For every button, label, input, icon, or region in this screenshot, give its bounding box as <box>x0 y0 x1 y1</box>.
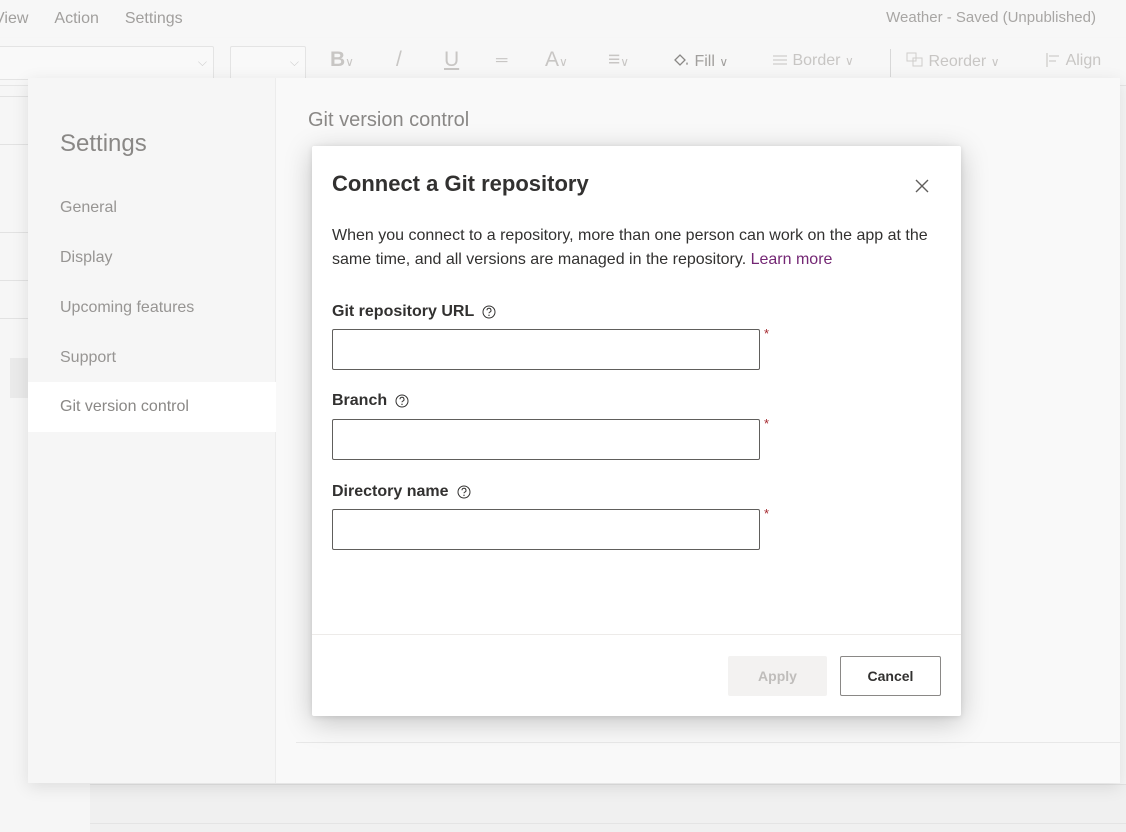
left-rail <box>0 86 28 832</box>
nav-item-git-version-control[interactable]: Git version control <box>28 382 276 432</box>
repo-url-input[interactable] <box>332 329 760 370</box>
repo-url-label-text: Git repository URL <box>332 303 475 320</box>
menu-settings[interactable]: Settings <box>125 10 183 28</box>
help-icon[interactable] <box>482 305 496 319</box>
apply-button[interactable]: Apply <box>728 656 827 696</box>
reorder-button[interactable]: Reorder ∨ <box>906 52 1000 71</box>
rail-divider <box>0 232 28 233</box>
directory-name-label-text: Directory name <box>332 483 449 500</box>
font-color-button[interactable]: A∨ <box>545 48 568 72</box>
toolbar-divider <box>890 49 891 77</box>
branch-input[interactable] <box>332 419 760 460</box>
reorder-icon <box>906 52 923 67</box>
chevron-down-icon: ⌵ <box>197 55 207 69</box>
help-icon[interactable] <box>395 394 409 408</box>
learn-more-link[interactable]: Learn more <box>751 251 833 268</box>
font-family-select[interactable]: ⌵ <box>0 46 214 80</box>
description-text: When you connect to a repository, more t… <box>332 227 928 268</box>
chevron-down-icon: ∨ <box>990 55 1000 69</box>
bold-button[interactable]: B∨ <box>330 48 354 72</box>
connect-git-dialog: Connect a Git repository When you connec… <box>312 146 961 716</box>
nav-item-support[interactable]: Support <box>28 333 276 383</box>
required-indicator: * <box>764 416 770 431</box>
content-title: Git version control <box>308 109 470 131</box>
directory-name-label: Directory name <box>332 483 471 501</box>
align-icon <box>1046 53 1059 67</box>
chevron-down-icon: ∨ <box>345 55 354 69</box>
chevron-down-icon: ⌵ <box>289 55 299 69</box>
chevron-down-icon: ∨ <box>559 55 568 69</box>
menu-bar: View Action Settings Weather - Saved (Un… <box>0 0 1126 37</box>
nav-item-upcoming-features[interactable]: Upcoming features <box>28 283 276 333</box>
border-button[interactable]: Border ∨ <box>772 52 854 70</box>
dialog-description: When you connect to a repository, more t… <box>332 224 947 272</box>
required-indicator: * <box>764 506 770 521</box>
text-align-button[interactable]: ≡∨ <box>608 48 629 72</box>
chevron-down-icon: ∨ <box>620 55 630 69</box>
content-divider <box>296 742 1120 743</box>
font-size-select[interactable]: ⌵ <box>230 46 306 80</box>
border-icon <box>773 55 787 65</box>
menu-action[interactable]: Action <box>54 10 98 28</box>
close-button[interactable] <box>906 170 938 202</box>
nav-item-general[interactable]: General <box>28 183 276 233</box>
required-indicator: * <box>764 326 770 341</box>
footer-divider <box>312 634 961 635</box>
nav-item-display[interactable]: Display <box>28 233 276 283</box>
align-button[interactable]: Align <box>1046 52 1101 70</box>
settings-nav: Settings General Display Upcoming featur… <box>28 78 276 783</box>
canvas-divider <box>90 823 1126 824</box>
chevron-down-icon: ∨ <box>719 55 729 69</box>
italic-button[interactable]: / <box>396 48 402 72</box>
help-icon[interactable] <box>457 485 471 499</box>
rail-block <box>10 358 28 398</box>
branch-label: Branch <box>332 392 409 410</box>
directory-name-input[interactable] <box>332 509 760 550</box>
app-title: Weather - Saved (Unpublished) <box>886 9 1096 26</box>
canvas-area <box>90 784 1126 832</box>
settings-title: Settings <box>60 130 147 157</box>
rail-divider <box>0 144 28 145</box>
close-icon <box>915 179 929 193</box>
branch-label-text: Branch <box>332 392 388 409</box>
rail-divider <box>0 318 28 319</box>
chevron-down-icon: ∨ <box>844 54 854 68</box>
rail-divider <box>0 280 28 281</box>
rail-divider <box>0 96 28 97</box>
underline-button[interactable]: U <box>444 48 459 72</box>
menu-view[interactable]: View <box>0 10 28 28</box>
dialog-title: Connect a Git repository <box>332 171 589 196</box>
cancel-button[interactable]: Cancel <box>840 656 941 696</box>
strikethrough-button[interactable]: ═ <box>496 52 507 70</box>
fill-bucket-icon <box>674 54 688 66</box>
repo-url-label: Git repository URL <box>332 303 496 321</box>
fill-button[interactable]: Fill ∨ <box>672 52 728 71</box>
